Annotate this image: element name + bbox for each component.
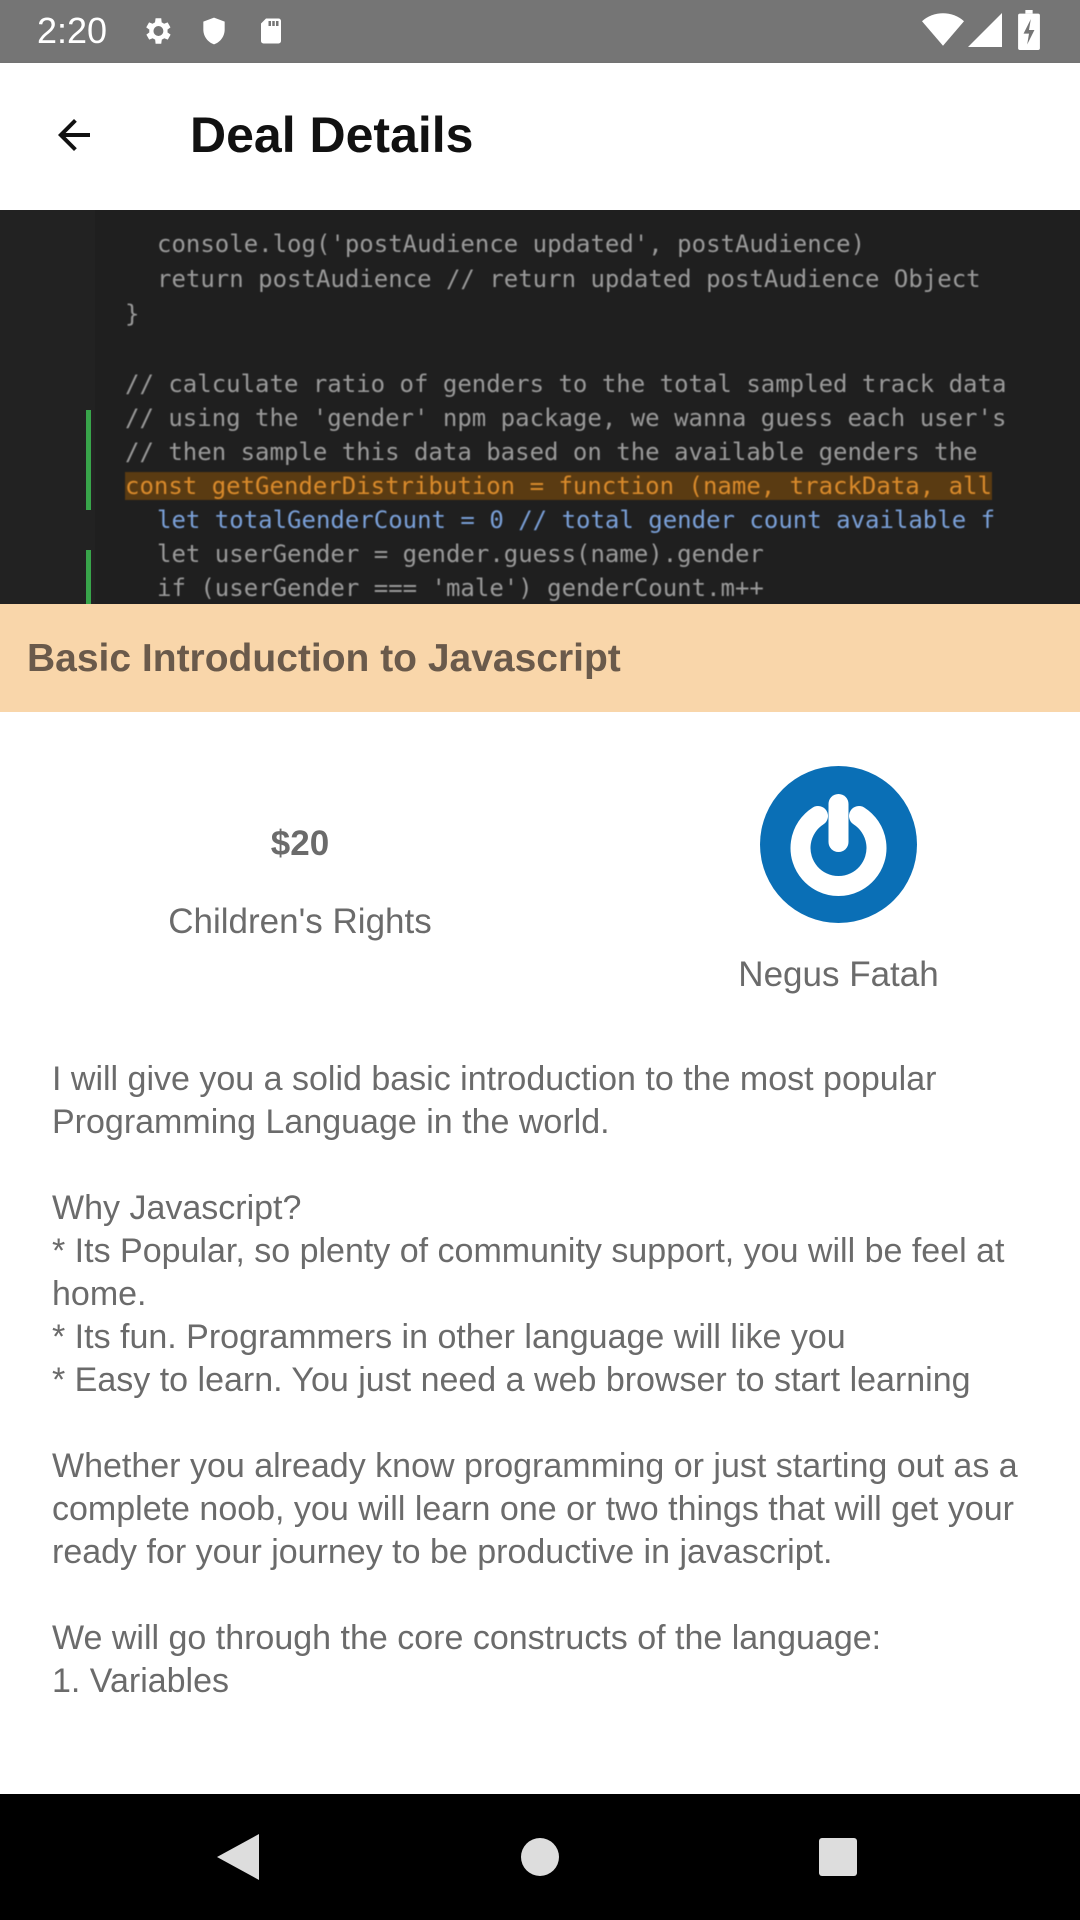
deal-price: $20 [270, 824, 330, 863]
description-paragraph: We will go through the core constructs o… [52, 1619, 882, 1700]
nav-back-button[interactable] [203, 1824, 273, 1894]
triangle-back-icon [215, 1832, 261, 1887]
wifi-icon [922, 12, 964, 53]
code-line: let userGender = gender.guess(name).gend… [157, 540, 764, 568]
sd-card-icon [256, 14, 286, 53]
description-paragraph: Whether you already know programming or … [52, 1447, 1018, 1571]
deal-title: Basic Introduction to Javascript [27, 637, 621, 680]
code-line: // calculate ratio of genders to the tot… [125, 370, 1007, 398]
deal-owner-name: Negus Fatah [738, 955, 939, 994]
code-line: } [125, 300, 140, 328]
code-line: if (userGender === 'male') genderCount.m… [157, 574, 764, 602]
signal-icon [968, 12, 1002, 53]
diff-marker [86, 550, 91, 604]
power-logo-icon [760, 794, 917, 927]
avatar[interactable] [760, 766, 917, 923]
code-gutter [0, 210, 95, 604]
diff-marker [86, 410, 91, 510]
code-line: let totalGenderCount = 0 // total gender… [157, 506, 996, 534]
status-bar: 2:20 [0, 0, 1080, 63]
deal-cause: Children's Rights [168, 902, 432, 941]
code-line: console.log('postAudience updated', post… [157, 230, 866, 258]
code-line: // using the 'gender' npm package, we wa… [125, 404, 1007, 432]
nav-home-button[interactable] [505, 1824, 575, 1894]
system-nav-bar [0, 1794, 1080, 1920]
description-paragraph: I will give you a solid basic introducti… [52, 1060, 937, 1141]
arrow-back-icon [50, 111, 98, 164]
code-line: const getGenderDistribution = function (… [125, 472, 992, 500]
nav-recents-button[interactable] [803, 1824, 873, 1894]
circle-home-icon [520, 1837, 560, 1882]
battery-charging-icon [1018, 10, 1040, 55]
back-button[interactable] [40, 103, 108, 171]
code-line: // then sample this data based on the av… [125, 438, 978, 466]
square-recents-icon [818, 1837, 858, 1882]
gear-icon [140, 14, 174, 53]
code-line: return postAudience // return updated po… [157, 265, 981, 293]
page-title: Deal Details [190, 107, 474, 163]
deal-title-band: Basic Introduction to Javascript [0, 604, 1080, 712]
deal-description: I will give you a solid basic introducti… [52, 1058, 1042, 1746]
description-paragraph: Why Javascript? * Its Popular, so plenty… [52, 1189, 1005, 1399]
status-time: 2:20 [37, 10, 108, 51]
app-bar: Deal Details [0, 63, 1080, 210]
shield-icon [198, 14, 230, 53]
deal-hero-image: console.log('postAudience updated', post… [0, 210, 1080, 604]
